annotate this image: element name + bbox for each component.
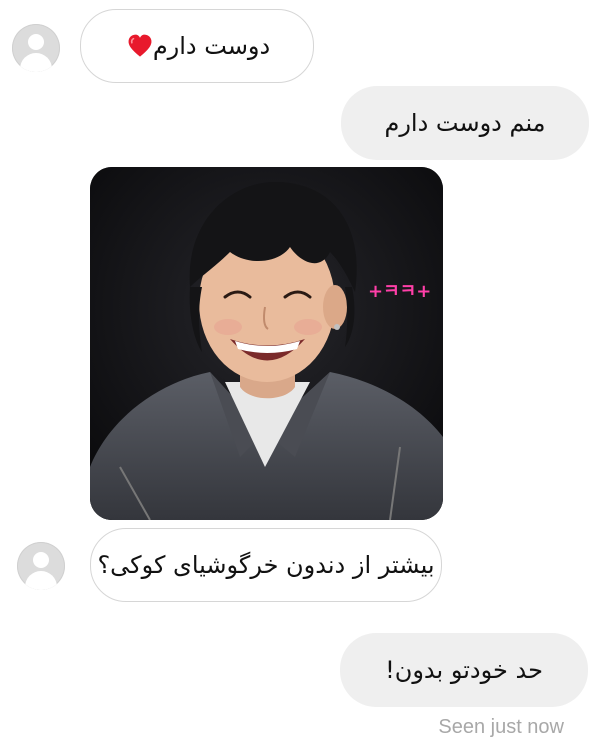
photo-overlay-text: +ㅋㅋ+ [368, 281, 431, 302]
avatar-head [28, 34, 44, 50]
seen-status: Seen just now [438, 716, 564, 738]
incoming-message-bubble[interactable]: دوست دارم [80, 9, 314, 83]
heart-icon [127, 33, 153, 59]
avatar-head [33, 552, 49, 568]
avatar[interactable] [12, 24, 60, 72]
outgoing-message-bubble[interactable]: منم دوست دارم [341, 86, 589, 160]
message-text: حد خودتو بدون! [385, 656, 543, 684]
outgoing-message-bubble[interactable]: حد خودتو بدون! [340, 633, 588, 707]
photo-illustration: +ㅋㅋ+ [90, 167, 443, 520]
incoming-message-bubble[interactable]: بیشتر از دندون خرگوشیای کوکی؟ [90, 528, 442, 602]
message-text: دوست دارم [152, 32, 271, 60]
message-text: بیشتر از دندون خرگوشیای کوکی؟ [97, 551, 435, 579]
avatar-shoulders [25, 571, 57, 590]
avatar-shoulders [20, 53, 52, 72]
avatar[interactable] [17, 542, 65, 590]
shared-photo[interactable]: +ㅋㅋ+ [90, 167, 443, 520]
message-text: منم دوست دارم [384, 109, 546, 137]
